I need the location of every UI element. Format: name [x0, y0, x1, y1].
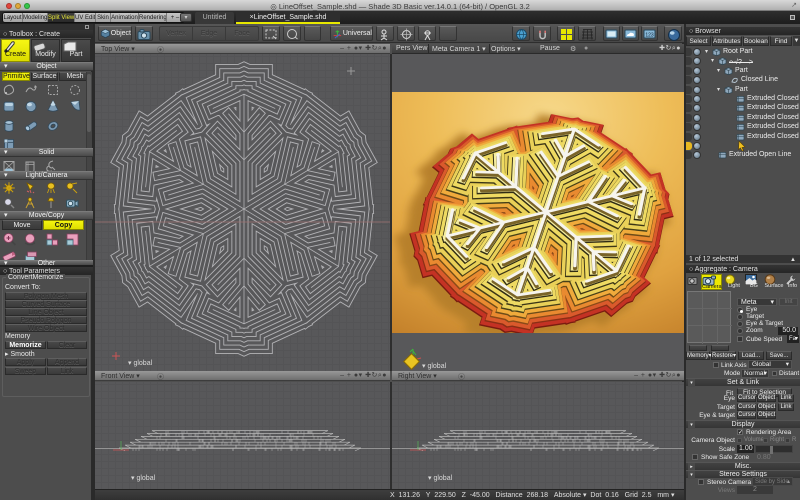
svg-text:▾ global: ▾ global — [131, 475, 156, 482]
svg-text:123: 123 — [645, 33, 654, 39]
svg-text:▾ global: ▾ global — [128, 360, 153, 367]
svg-text:▾ global: ▾ global — [428, 475, 453, 482]
